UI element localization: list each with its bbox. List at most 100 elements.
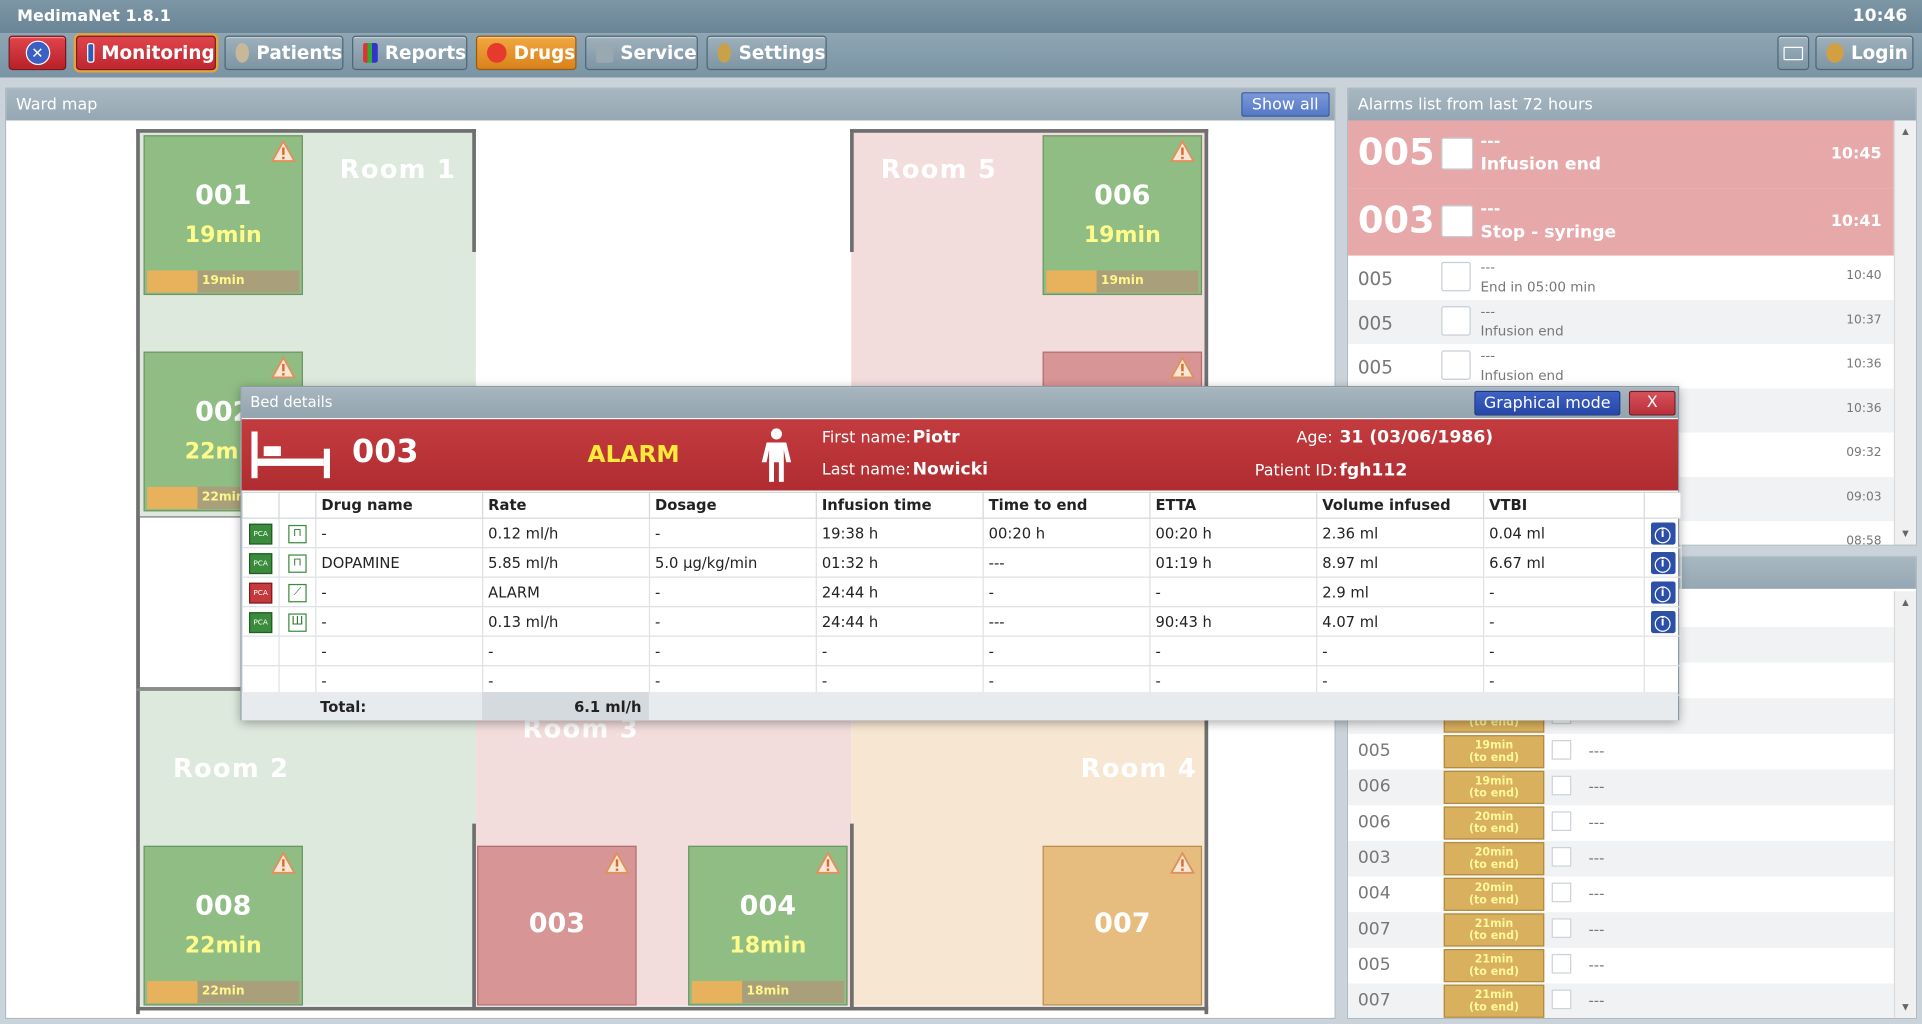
warning-icon: [1170, 140, 1195, 162]
syringe-pump-icon: [1441, 306, 1471, 336]
login-label: Login: [1850, 41, 1908, 64]
table-row[interactable]: PCA ⊓ - 0.12 ml/h - 19:38 h 00:20 h 00:2…: [241, 517, 1682, 549]
main-menu: ✕ Monitoring Patients Reports Drugs Serv…: [0, 33, 1922, 78]
warning-icon: [1170, 851, 1195, 874]
time-to-end-cell: 00:20 h: [982, 517, 1151, 549]
continuous-mode-icon: ⊓: [288, 524, 307, 544]
scroll-down-icon[interactable]: ▼: [1895, 522, 1916, 544]
time-to-end-badge: 19min (to end): [1443, 770, 1545, 804]
wall: [850, 823, 854, 1011]
monitor-icon: [87, 43, 94, 63]
drugs-button[interactable]: Drugs: [475, 35, 577, 71]
ward-map-title: Ward map: [15, 95, 98, 115]
last-name-label: Last name:: [821, 460, 911, 480]
alarm-text: End in 05:00 min: [1480, 279, 1596, 296]
pca-pump-icon: PCA: [248, 523, 273, 544]
list-item[interactable]: 005 21min (to end) ---: [1348, 948, 1894, 984]
bed-status: ALARM: [587, 441, 680, 469]
login-button[interactable]: Login: [1815, 35, 1914, 71]
list-item[interactable]: 007 21min (to end) ---: [1348, 983, 1894, 1018]
info-icon[interactable]: i: [1650, 580, 1675, 603]
gear-icon: [717, 43, 732, 63]
badge-label: (to end): [1468, 930, 1520, 943]
syringe-pump-icon: [1551, 989, 1572, 1010]
list-item[interactable]: 005 19min (to end) ---: [1348, 734, 1894, 770]
scroll-up-icon[interactable]: ▲: [1895, 120, 1916, 142]
etta-cell: -: [1149, 635, 1318, 667]
vtbi-cell: -: [1482, 606, 1645, 637]
alarms-title: Alarms list from last 72 hours: [1357, 95, 1593, 115]
alarms-scrollbar[interactable]: ▲ ▼: [1893, 120, 1916, 545]
list-item[interactable]: 007 21min (to end) ---: [1348, 912, 1894, 948]
info-icon[interactable]: i: [1650, 521, 1675, 544]
rate-cell: 5.85 ml/h: [482, 547, 651, 578]
alarm-item[interactable]: 005 --- Infusion end 10:37: [1348, 299, 1894, 345]
drug-name-cell: -: [315, 606, 484, 637]
upcoming-scrollbar[interactable]: ▲ ▼: [1893, 591, 1916, 1018]
close-button[interactable]: X: [1628, 390, 1676, 416]
table-row[interactable]: - - - - - - - -: [241, 635, 1682, 667]
syringe-pump-icon: [1551, 918, 1572, 938]
list-item[interactable]: 004 20min (to end) ---: [1348, 876, 1894, 912]
service-button[interactable]: Service: [585, 35, 698, 71]
dosage-cell: 5.0 µg/kg/min: [648, 547, 817, 578]
settings-button[interactable]: Settings: [706, 35, 827, 71]
bar-label: 22min: [201, 984, 245, 999]
time-to-end-cell: -: [982, 635, 1151, 667]
mode-cell: ⟋: [278, 576, 317, 608]
show-all-button[interactable]: Show all: [1240, 92, 1330, 117]
info-icon[interactable]: i: [1650, 551, 1675, 574]
monitoring-label: Monitoring: [101, 41, 215, 64]
exit-button[interactable]: ✕: [8, 35, 67, 71]
time-to-end-cell: -: [982, 665, 1151, 696]
wall: [472, 823, 476, 1011]
table-header: Drug name Rate Dosage Infusion time Time…: [241, 491, 1682, 519]
table-row[interactable]: PCA ⊓ DOPAMINE 5.85 ml/h 5.0 µg/kg/min 0…: [241, 547, 1682, 578]
bed-number: 001: [195, 180, 252, 212]
column-header: [241, 491, 280, 519]
syringe-pump-icon: [1441, 137, 1474, 170]
etta-cell: 01:19 h: [1149, 547, 1318, 578]
table-row[interactable]: PCA ⟋ - ALARM - 24:44 h - - 2.9 ml - i: [241, 576, 1682, 608]
room-5-label: Room 5: [880, 154, 998, 185]
badge-time: 20min: [1474, 811, 1514, 824]
bed-number: 007: [1094, 908, 1151, 940]
alarm-item[interactable]: 005 --- End in 05:00 min 10:40: [1348, 255, 1894, 300]
list-item[interactable]: 003 20min (to end) ---: [1348, 840, 1894, 877]
alarm-item[interactable]: 003 --- Stop - syringe 10:41: [1348, 188, 1894, 256]
badge-label: (to end): [1468, 1001, 1520, 1015]
vtbi-cell: -: [1482, 576, 1645, 608]
alarm-item[interactable]: 005 --- Infusion end 10:36: [1348, 344, 1894, 389]
badge-time: 19min: [1474, 775, 1514, 788]
reports-button[interactable]: Reports: [352, 35, 468, 71]
syringe-pump-icon: [1551, 953, 1572, 974]
table-row[interactable]: PCA Ш - 0.13 ml/h - 24:44 h --- 90:43 h …: [241, 606, 1682, 637]
info-icon[interactable]: i: [1650, 610, 1675, 633]
alarm-time: 10:37: [1846, 313, 1882, 327]
alarm-bed: 005: [1357, 356, 1393, 379]
app-title: MedimaNet 1.8.1: [17, 7, 171, 26]
info-cell: i: [1643, 576, 1682, 608]
drug-name: ---: [1588, 849, 1605, 867]
warning-icon: [271, 851, 296, 874]
monitoring-button[interactable]: Monitoring: [76, 35, 216, 71]
volume-infused-cell: 2.36 ml: [1316, 517, 1485, 549]
alarm-item[interactable]: 005 --- Infusion end 10:45: [1348, 120, 1894, 189]
list-item[interactable]: 006 20min (to end) ---: [1348, 805, 1894, 841]
dosage-cell: -: [648, 665, 817, 696]
scroll-up-icon[interactable]: ▲: [1895, 591, 1916, 613]
etta-cell: 00:20 h: [1149, 517, 1318, 549]
bed-number: 006: [1094, 180, 1151, 212]
keyboard-button[interactable]: [1777, 35, 1810, 71]
patients-button[interactable]: Patients: [224, 35, 344, 71]
time-to-end-badge: 19min (to end): [1443, 735, 1545, 769]
bed-number: 003: [528, 908, 586, 940]
rate-cell: 0.13 ml/h: [482, 606, 651, 637]
vtbi-cell: -: [1482, 665, 1645, 696]
ward-map-header: Ward map Show all: [6, 88, 1335, 121]
list-item[interactable]: 006 19min (to end) ---: [1348, 769, 1894, 806]
warning-icon: [1170, 356, 1195, 379]
scroll-down-icon[interactable]: ▼: [1895, 996, 1916, 1018]
table-row[interactable]: - - - - - - - -: [241, 665, 1682, 696]
graphical-mode-button[interactable]: Graphical mode: [1474, 390, 1621, 416]
